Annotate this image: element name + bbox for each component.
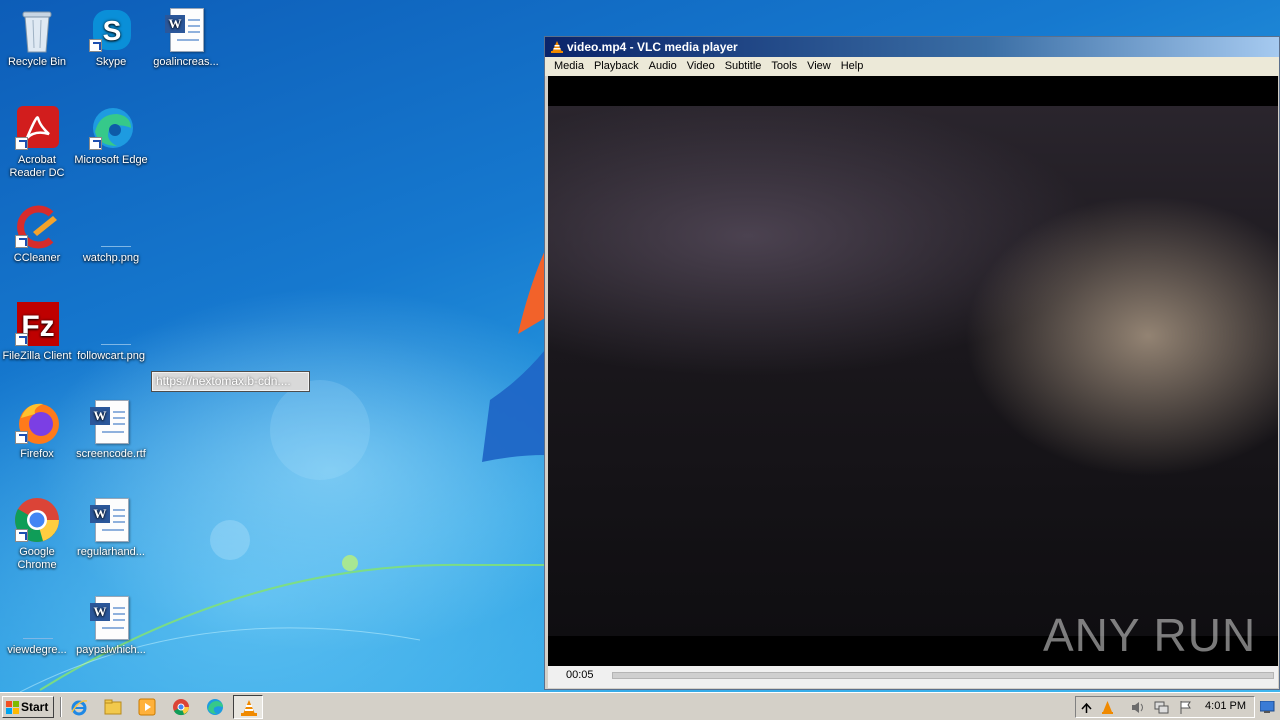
watermark-text: ANY RUN [1043, 609, 1257, 661]
shortcut-arrow-icon [89, 39, 102, 52]
media-player-icon[interactable] [138, 698, 156, 716]
vlc-icon [551, 41, 563, 53]
desktop-icon-ccleaner[interactable]: CCleaner [0, 202, 74, 265]
desktop-icon-edge[interactable]: Microsoft Edge [74, 104, 148, 167]
edge-icon [87, 104, 135, 152]
taskbar-vlc-button[interactable] [233, 695, 263, 719]
system-tray: 4:01 PM [1075, 696, 1255, 718]
desktop-icon-label: goalincreas... [153, 56, 219, 68]
vlc-title-bar[interactable]: video.mp4 - VLC media player [545, 37, 1279, 57]
network-icon[interactable] [1154, 700, 1169, 715]
desktop-icon-label: followcart.png [77, 350, 145, 362]
vlc-menu-bar: Media Playback Audio Video Subtitle Tool… [545, 57, 1279, 76]
word-document-icon: W [87, 398, 135, 446]
skype-icon: S [87, 6, 135, 54]
start-button[interactable]: Start [2, 696, 54, 718]
edge-icon[interactable] [206, 698, 224, 716]
menu-video[interactable]: Video [682, 58, 720, 75]
vlc-window[interactable]: video.mp4 - VLC media player Media Playb… [544, 36, 1280, 690]
image-file-icon [13, 594, 61, 642]
shortcut-arrow-icon [15, 529, 28, 542]
desktop-icon-viewdegre[interactable]: viewdegre... [0, 594, 74, 657]
start-label: Start [21, 700, 49, 714]
desktop-icon-firefox[interactable]: Firefox [0, 398, 74, 461]
shortcut-arrow-icon [15, 431, 28, 444]
acrobat-icon [13, 104, 61, 152]
image-file-icon [87, 202, 135, 250]
desktop-icon-label: paypalwhich... [76, 644, 146, 656]
internet-explorer-icon[interactable] [70, 698, 88, 716]
url-tooltip: https://nextomax.b-cdn.... [151, 371, 310, 392]
desktop-icon-label: Recycle Bin [7, 56, 67, 68]
recycle-bin-icon [13, 6, 61, 54]
filezilla-icon: Fz [13, 300, 61, 348]
windows-flag-icon [6, 701, 19, 714]
desktop-icon-label: screencode.rtf [76, 448, 146, 460]
video-frame [548, 106, 1278, 636]
menu-help[interactable]: Help [836, 58, 869, 75]
word-document-icon: W [87, 496, 135, 544]
image-file-icon [87, 300, 135, 348]
desktop-icon-label: viewdegre... [7, 644, 67, 656]
volume-icon[interactable] [1130, 700, 1145, 715]
desktop-icon-label: Acrobat Reader DC [9, 154, 65, 179]
shortcut-arrow-icon [15, 333, 28, 346]
desktop-icon-skype[interactable]: S Skype [74, 6, 148, 69]
menu-tools[interactable]: Tools [766, 58, 802, 75]
vlc-window-title: video.mp4 - VLC media player [567, 40, 738, 54]
chrome-icon[interactable] [172, 698, 190, 716]
menu-audio[interactable]: Audio [644, 58, 682, 75]
desktop-icon-goalincreas[interactable]: W goalincreas... [149, 6, 223, 69]
taskbar-separator [60, 697, 62, 717]
menu-playback[interactable]: Playback [589, 58, 644, 75]
shortcut-arrow-icon [15, 137, 28, 150]
desktop-icon-chrome[interactable]: Google Chrome [0, 496, 74, 572]
shortcut-arrow-icon [89, 137, 102, 150]
desktop-icon-label: Google Chrome [17, 546, 57, 571]
desktop-icon-followcart[interactable]: followcart.png [74, 300, 148, 363]
desktop-icon-label: CCleaner [13, 252, 61, 264]
firefox-icon [13, 398, 61, 446]
video-area[interactable]: ANY RUN [548, 76, 1278, 666]
desktop-icon-label: watchp.png [82, 252, 140, 264]
desktop-icon-label: Microsoft Edge [74, 154, 148, 166]
desktop-icon-regularhand[interactable]: W regularhand... [74, 496, 148, 559]
anyrun-watermark: ANY RUN [1043, 608, 1256, 662]
clock[interactable]: 4:01 PM [1205, 700, 1246, 712]
show-hidden-icon[interactable] [1079, 700, 1094, 715]
desktop-icon-label: Firefox [20, 448, 54, 460]
desktop-icon-label: Skype [95, 56, 127, 68]
desktop-icon-screencode[interactable]: W screencode.rtf [74, 398, 148, 461]
word-document-icon: W [162, 6, 210, 54]
desktop-icon-acrobat[interactable]: Acrobat Reader DC [0, 104, 74, 180]
menu-subtitle[interactable]: Subtitle [720, 58, 767, 75]
file-explorer-icon[interactable] [104, 698, 122, 716]
desktop-icon-recycle-bin[interactable]: Recycle Bin [0, 6, 74, 69]
vlc-controls: 00:05 [548, 666, 1278, 688]
menu-view[interactable]: View [802, 58, 836, 75]
desktop-icon-watchp[interactable]: watchp.png [74, 202, 148, 265]
shortcut-arrow-icon [15, 235, 28, 248]
desktop-icon-label: regularhand... [77, 546, 145, 558]
taskbar: Start 4:01 PM [0, 692, 1280, 720]
action-center-flag-icon[interactable] [1178, 700, 1193, 715]
desktop-icon-filezilla[interactable]: Fz FileZilla Client [0, 300, 74, 363]
desktop-icon-label: FileZilla Client [2, 350, 72, 362]
ccleaner-icon [13, 202, 61, 250]
vlc-icon[interactable] [1100, 700, 1115, 715]
chrome-icon [13, 496, 61, 544]
elapsed-time: 00:05 [566, 669, 594, 681]
word-document-icon: W [87, 594, 135, 642]
menu-media[interactable]: Media [549, 58, 589, 75]
svg-text:S: S [103, 15, 122, 46]
seek-bar[interactable] [612, 672, 1274, 679]
desktop-icon-paypalwhich[interactable]: W paypalwhich... [74, 594, 148, 657]
show-desktop-icon[interactable] [1260, 701, 1275, 714]
vlc-icon [241, 700, 257, 716]
